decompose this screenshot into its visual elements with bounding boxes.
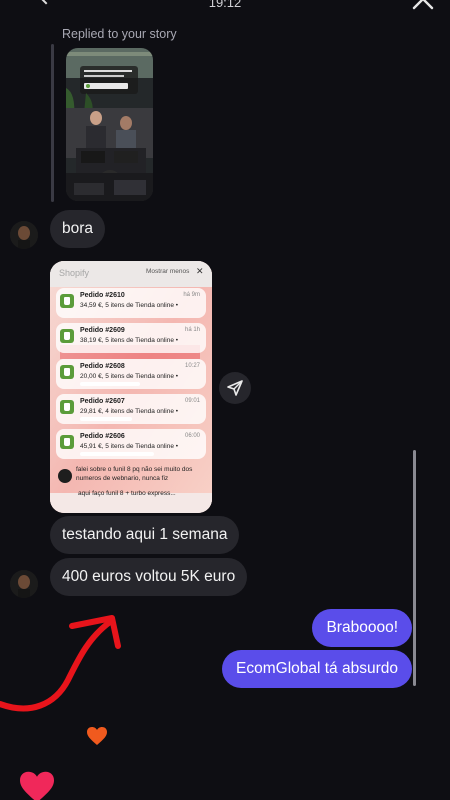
- sender-avatar[interactable]: [10, 221, 38, 249]
- order-notification: Pedido #2607 29,81 €, 4 itens de Tienda …: [56, 394, 206, 424]
- order-notification: Pedido #2606 45,91 €, 5 itens de Tienda …: [56, 429, 206, 459]
- story-image: [66, 48, 153, 201]
- shared-screenshot[interactable]: Shopify Mostrar menos ✕ Pedido #2610 34,…: [50, 261, 212, 513]
- screenshot-app-name: Shopify: [59, 268, 90, 278]
- order-title: Pedido #2607: [80, 398, 125, 405]
- order-title: Pedido #2609: [80, 327, 125, 334]
- share-button[interactable]: [219, 372, 251, 404]
- redaction-mark: [80, 452, 154, 456]
- order-body: 45,91 €, 5 itens de Tienda online •: [80, 443, 179, 450]
- chat-screen: 19:12 Replied to your story bora Shopify…: [0, 0, 450, 800]
- story-thumbnail[interactable]: [66, 48, 153, 201]
- heart-icon: [19, 771, 54, 800]
- order-time: 06:00: [184, 433, 200, 439]
- paper-plane-icon: [227, 380, 243, 396]
- sender-avatar[interactable]: [10, 570, 38, 598]
- shopify-bag-icon: [60, 294, 74, 308]
- order-body: 38,19 €, 5 itens de Tienda online •: [80, 337, 179, 344]
- order-time: há 1h: [184, 327, 200, 333]
- message-incoming[interactable]: 400 euros voltou 5K euro: [50, 558, 248, 596]
- close-icon[interactable]: [410, 0, 436, 12]
- chat-text-2: aqui faço funil 8 + turbo express...: [78, 490, 176, 497]
- order-notification: Pedido #2610 34,59 €, 5 itens de Tienda …: [56, 288, 206, 318]
- message-outgoing[interactable]: Braboooo!: [312, 609, 412, 647]
- order-body: 34,59 €, 5 itens de Tienda online •: [80, 302, 179, 309]
- shopify-bag-icon: [60, 329, 74, 343]
- order-notification: Pedido #2608 20,00 €, 5 itens de Tienda …: [56, 359, 206, 389]
- order-title: Pedido #2610: [80, 292, 125, 299]
- chat-text: falei sobre o funil 8 pq não sei muito d…: [76, 466, 193, 482]
- order-title: Pedido #2608: [80, 363, 125, 370]
- chat-avatar: [58, 469, 72, 483]
- order-body: 20,00 €, 5 itens de Tienda online •: [80, 373, 179, 380]
- shopify-bag-icon: [60, 365, 74, 379]
- story-reply-label: Replied to your story: [62, 27, 177, 41]
- message-incoming[interactable]: bora: [50, 210, 106, 248]
- shopify-bag-icon: [60, 435, 74, 449]
- order-time: 10:27: [184, 363, 200, 369]
- order-title: Pedido #2606: [80, 433, 125, 440]
- order-time: 09:01: [184, 398, 200, 404]
- message-incoming[interactable]: testando aqui 1 semana: [50, 516, 240, 554]
- story-reply-bar: [51, 44, 54, 202]
- message-outgoing[interactable]: EcomGlobal tá absurdo: [222, 650, 412, 688]
- redaction-mark: [80, 417, 132, 421]
- shopify-bag-icon: [60, 400, 74, 414]
- screenshot-close: ✕: [196, 266, 204, 276]
- order-notification: Pedido #2609 38,19 €, 5 itens de Tienda …: [56, 323, 206, 353]
- screenshot-show-less: Mostrar menos: [146, 268, 190, 275]
- order-time: há 9m: [183, 292, 200, 298]
- red-arrow-drawing: [0, 615, 121, 712]
- status-time: 19:12: [208, 0, 242, 10]
- order-body: 29,81 €, 4 itens de Tienda online •: [80, 408, 179, 415]
- scrollbar[interactable]: [413, 450, 416, 686]
- redaction-mark: [80, 382, 140, 386]
- heart-icon: [87, 727, 107, 745]
